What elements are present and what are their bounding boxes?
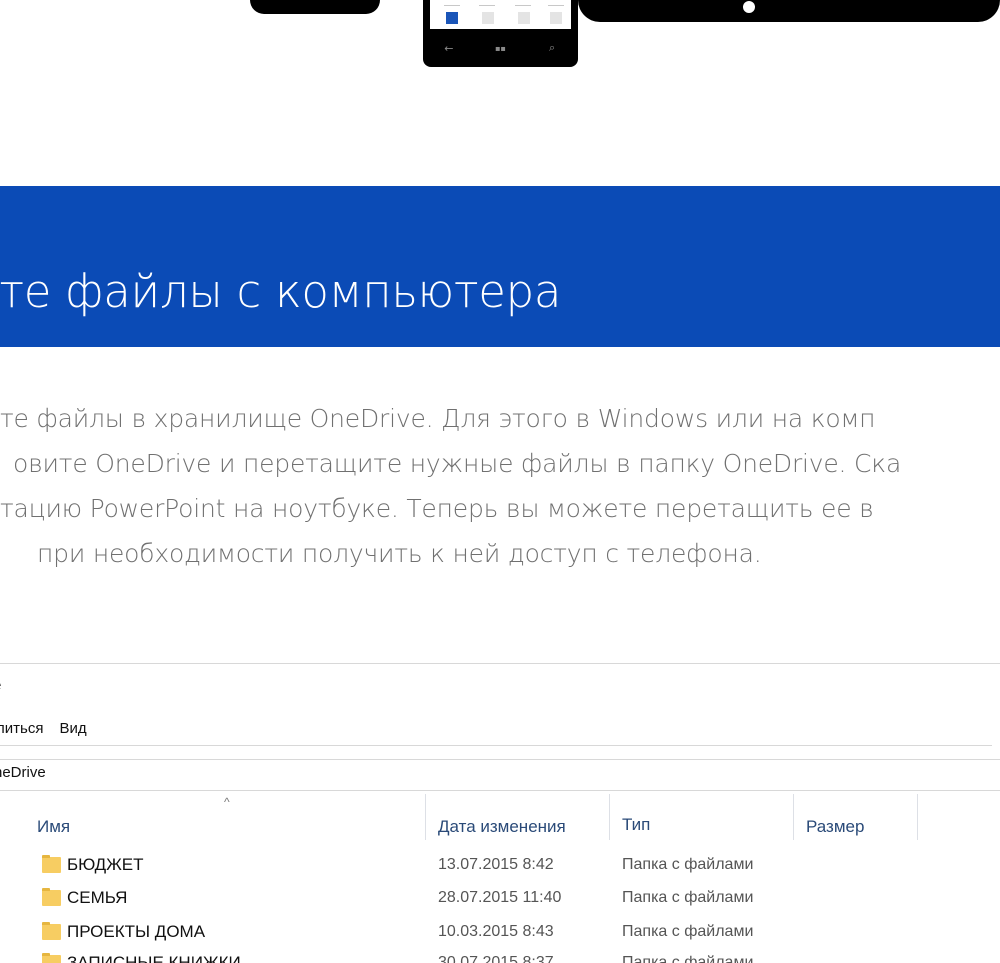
arrow-left-icon: ←: [444, 41, 454, 55]
laptop-device-illustration: [250, 0, 380, 14]
file-explorer-window: e литься Вид neDrive ^ Имя Дата изменени…: [0, 663, 1000, 963]
phone-screen: [430, 0, 571, 29]
file-name: БЮДЖЕТ: [67, 855, 144, 874]
folder-icon: [42, 953, 61, 963]
folder-icon: [42, 922, 61, 940]
file-row[interactable]: ПРОЕКТЫ ДОМА 10.03.2015 8:43 Папка с фай…: [0, 922, 1000, 945]
window-top-border: [0, 663, 1000, 664]
tablet-device-illustration: [578, 0, 1000, 22]
tab-view[interactable]: Вид: [59, 720, 86, 737]
description-paragraph: те файлы в хранилище OneDrive. Для этого…: [0, 403, 1000, 613]
phone-screen-tile: [550, 12, 562, 24]
file-type: Папка с файлами: [622, 856, 754, 873]
phone-screen-line: [548, 5, 564, 6]
window-title: e: [0, 677, 1, 694]
column-separator[interactable]: [425, 794, 426, 840]
file-date: 10.03.2015 8:43: [438, 923, 554, 940]
file-name: ПРОЕКТЫ ДОМА: [67, 922, 206, 941]
phone-screen-line: [479, 5, 495, 6]
column-header-type[interactable]: Тип: [622, 815, 650, 835]
file-type: Папка с файлами: [622, 954, 754, 963]
file-date: 13.07.2015 8:42: [438, 856, 554, 873]
file-type: Папка с файлами: [622, 889, 754, 906]
ribbon-divider: [0, 745, 992, 746]
phone-screen-line: [444, 5, 460, 6]
column-separator[interactable]: [917, 794, 918, 840]
phone-screen-tile: [482, 12, 494, 24]
file-row[interactable]: БЮДЖЕТ 13.07.2015 8:42 Папка с файлами: [0, 855, 1000, 878]
address-bar-top-border: [0, 759, 1000, 760]
tab-share[interactable]: литься: [0, 720, 43, 737]
column-header-date[interactable]: Дата изменения: [438, 817, 566, 837]
file-type: Папка с файлами: [622, 923, 754, 940]
windows-logo-icon: ▪▪: [495, 43, 506, 53]
phone-screen-tile: [518, 12, 530, 24]
folder-icon: [42, 855, 61, 873]
ribbon-tabs: литься Вид: [0, 720, 87, 737]
address-bar[interactable]: neDrive: [0, 764, 46, 781]
phone-screen-tile-active: [446, 12, 458, 24]
banner-title: йте файлы с компьютера: [0, 265, 562, 318]
description-line: тацию PowerPoint на ноутбуке. Теперь вы …: [0, 494, 874, 523]
file-name: СЕМЬЯ: [67, 888, 128, 907]
description-line: овите OneDrive и перетащите нужные файлы…: [13, 449, 902, 478]
column-separator[interactable]: [609, 794, 610, 840]
phone-nav-bar: ← ▪▪ ⌕: [423, 36, 578, 60]
hero-banner: йте файлы с компьютера: [0, 186, 1000, 347]
description-line: те файлы в хранилище OneDrive. Для этого…: [0, 404, 876, 433]
column-header-name[interactable]: Имя: [37, 817, 70, 837]
file-row[interactable]: СЕМЬЯ 28.07.2015 11:40 Папка с файлами: [0, 888, 1000, 911]
tablet-home-button: [743, 1, 755, 13]
file-name: ЗАПИСНЫЕ КНИЖКИ: [67, 953, 241, 963]
file-date: 28.07.2015 11:40: [438, 889, 562, 906]
phone-device-illustration: ← ▪▪ ⌕: [423, 0, 578, 67]
address-bar-bottom-border: [0, 790, 1000, 791]
folder-icon: [42, 888, 61, 906]
search-icon: ⌕: [549, 41, 556, 54]
phone-screen-line: [515, 5, 531, 6]
description-line: при необходимости получить к ней доступ …: [37, 539, 762, 568]
file-row[interactable]: ЗАПИСНЫЕ КНИЖКИ 30.07.2015 8:37 Папка с …: [0, 953, 1000, 963]
chevron-up-icon: ^: [224, 795, 230, 809]
column-separator[interactable]: [793, 794, 794, 840]
column-header-size[interactable]: Размер: [806, 817, 864, 837]
file-date: 30.07.2015 8:37: [438, 954, 554, 963]
